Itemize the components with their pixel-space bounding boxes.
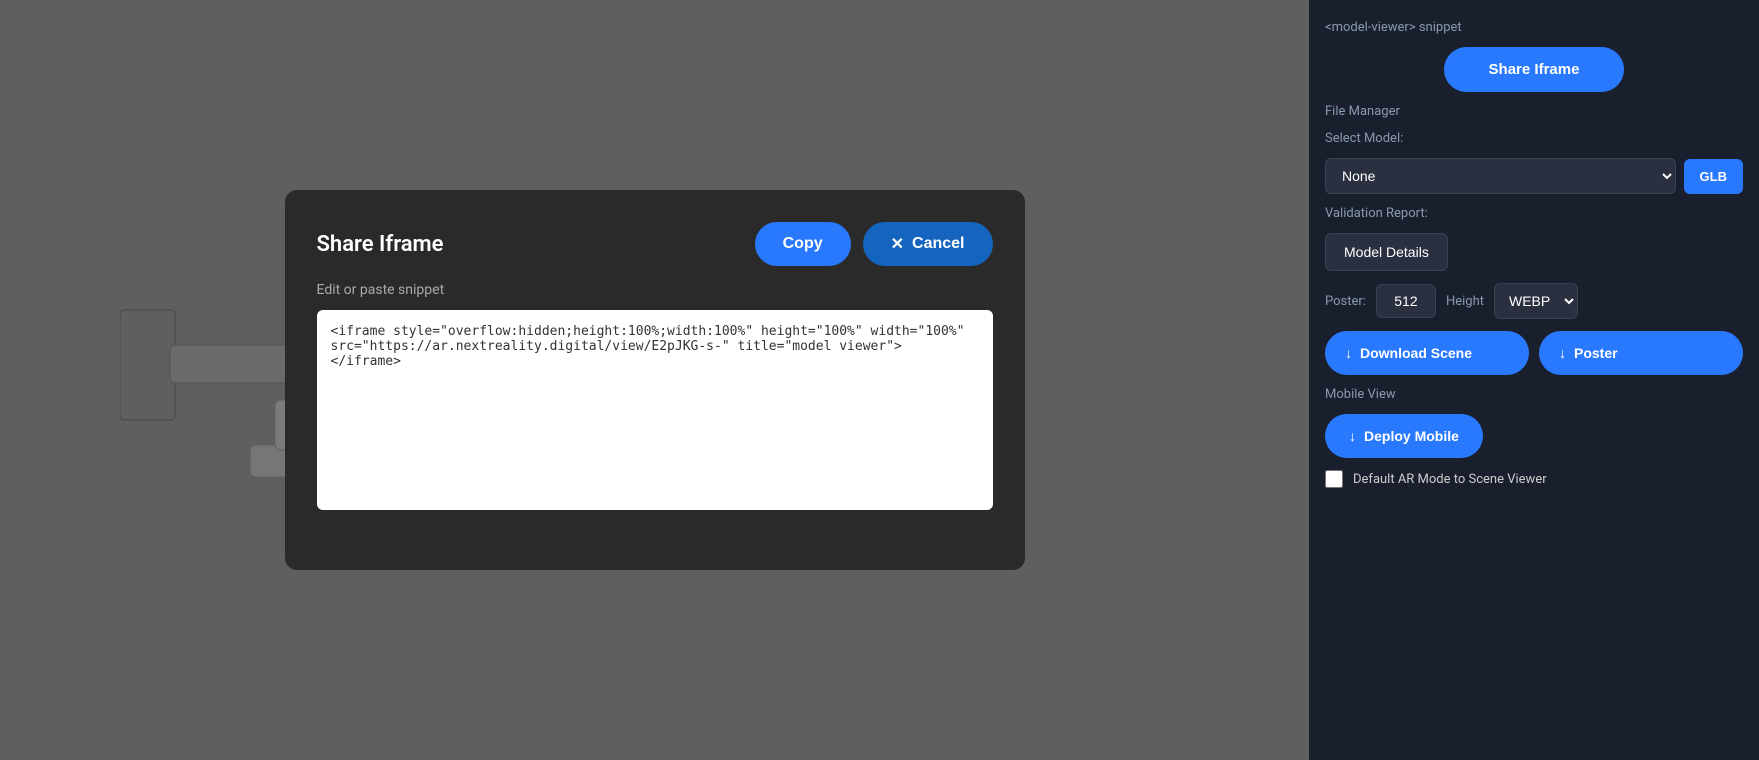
poster-size-input[interactable] <box>1376 284 1436 318</box>
poster-row: Poster: Height WEBP PNG JPEG <box>1325 283 1743 319</box>
modal-subtitle: Edit or paste snippet <box>317 282 993 298</box>
file-manager-label: File Manager <box>1325 104 1743 119</box>
deploy-icon: ↓ <box>1349 428 1356 444</box>
share-iframe-modal: Share Iframe Copy ✕ Cancel Edit or paste… <box>285 190 1025 570</box>
modal-overlay: Share Iframe Copy ✕ Cancel Edit or paste… <box>0 0 1309 760</box>
right-sidebar: <model-viewer> snippet Share Iframe File… <box>1309 0 1759 760</box>
snippet-label: <model-viewer> snippet <box>1325 16 1743 35</box>
copy-button[interactable]: Copy <box>755 222 851 266</box>
model-details-button[interactable]: Model Details <box>1325 233 1448 271</box>
share-iframe-button[interactable]: Share Iframe <box>1444 47 1624 92</box>
select-model-row: None GLB <box>1325 158 1743 194</box>
format-select[interactable]: WEBP PNG JPEG <box>1494 283 1578 319</box>
snippet-textarea[interactable] <box>317 310 993 510</box>
select-model-dropdown[interactable]: None <box>1325 158 1676 194</box>
deploy-mobile-button[interactable]: ↓ Deploy Mobile <box>1325 414 1483 458</box>
download-row: ↓ Download Scene ↓ Poster <box>1325 331 1743 375</box>
main-viewport: Share Iframe Copy ✕ Cancel Edit or paste… <box>0 0 1309 760</box>
glb-upload-button[interactable]: GLB <box>1684 159 1743 194</box>
poster-label: Poster: <box>1325 294 1366 309</box>
download-scene-icon: ↓ <box>1345 345 1352 361</box>
poster-button[interactable]: ↓ Poster <box>1539 331 1743 375</box>
select-model-label: Select Model: <box>1325 131 1743 146</box>
mobile-view-label: Mobile View <box>1325 387 1743 402</box>
modal-actions: Copy ✕ Cancel <box>755 222 993 266</box>
validation-report-label: Validation Report: <box>1325 206 1743 221</box>
modal-header: Share Iframe Copy ✕ Cancel <box>317 222 993 266</box>
height-label: Height <box>1446 294 1484 309</box>
poster-icon: ↓ <box>1559 345 1566 361</box>
ar-mode-row: Default AR Mode to Scene Viewer <box>1325 470 1743 488</box>
modal-title: Share Iframe <box>317 232 444 257</box>
download-scene-button[interactable]: ↓ Download Scene <box>1325 331 1529 375</box>
cancel-x-icon: ✕ <box>891 234 904 254</box>
ar-mode-label: Default AR Mode to Scene Viewer <box>1353 472 1547 487</box>
cancel-button[interactable]: ✕ Cancel <box>863 222 993 266</box>
ar-mode-checkbox[interactable] <box>1325 470 1343 488</box>
